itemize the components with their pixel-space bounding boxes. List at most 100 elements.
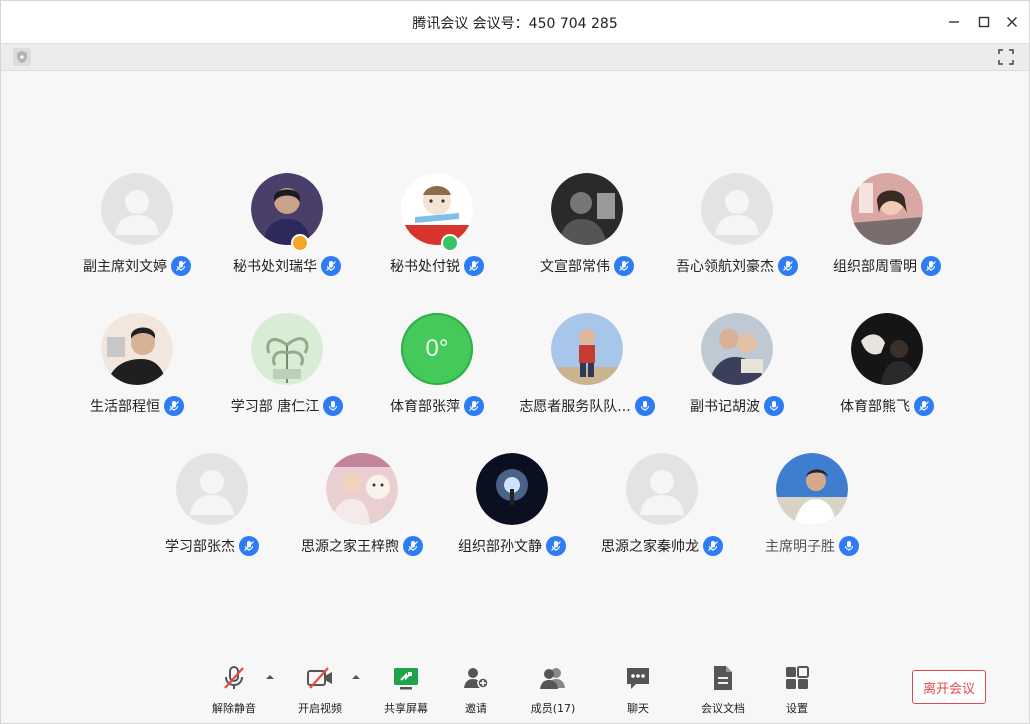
avatar [476, 453, 548, 525]
participant-name: 副主席刘文婷 [83, 259, 167, 275]
avatar [101, 313, 173, 385]
photo-avatar-icon [776, 453, 848, 525]
maximize-button[interactable] [975, 13, 993, 31]
maximize-icon [978, 16, 990, 28]
avatar [626, 453, 698, 525]
fullscreen-button[interactable] [997, 48, 1015, 66]
participant-name: 副书记胡波 [690, 399, 760, 415]
participant-tile[interactable]: 主席明子胜 [737, 453, 887, 573]
avatar [326, 453, 398, 525]
avatar [776, 453, 848, 525]
title-bar: 腾讯会议 会议号：450 704 285 [1, 1, 1029, 43]
start-video-button[interactable]: 开启视频 [285, 664, 355, 720]
avatar [851, 173, 923, 245]
participant-tile[interactable]: 组织部周雪明 [812, 173, 962, 293]
photo-avatar-icon [476, 453, 548, 525]
participant-name: 主席明子胜 [765, 539, 835, 555]
members-icon [540, 668, 565, 689]
avatar [551, 313, 623, 385]
unmute-label: 解除静音 [212, 702, 256, 715]
invite-button[interactable]: 邀请 [441, 664, 511, 720]
info-strip [1, 43, 1029, 71]
photo-avatar-icon [551, 313, 623, 385]
document-icon [714, 666, 732, 690]
participant-tile[interactable]: 思源之家王梓煦 [287, 453, 437, 573]
participant-tile[interactable]: 体育部熊飞 [812, 313, 962, 433]
participant-name-row: 秘书处付锐 [362, 255, 512, 277]
avatar [401, 173, 473, 245]
mic-muted-icon [778, 256, 798, 276]
participant-tile[interactable]: 副主席刘文婷 [62, 173, 212, 293]
mic-icon [634, 396, 655, 416]
security-shield-icon[interactable] [13, 48, 31, 66]
participant-name: 体育部张萍 [390, 399, 460, 415]
participant-name: 秘书处付锐 [390, 259, 460, 275]
caret-up-icon[interactable] [350, 672, 362, 682]
start-video-label: 开启视频 [298, 702, 342, 715]
participant-name-row: 志愿者服务队队... [512, 395, 662, 417]
photo-avatar-icon [701, 313, 773, 385]
leave-meeting-button[interactable]: 离开会议 [912, 670, 986, 704]
participant-name-row: 副主席刘文婷 [62, 255, 212, 277]
fullscreen-icon [998, 49, 1014, 65]
participant-tile[interactable]: 文宣部常伟 [512, 173, 662, 293]
participant-name-row: 副书记胡波 [662, 395, 812, 417]
members-label: 成员(17) [530, 702, 576, 715]
meeting-docs-label: 会议文档 [701, 702, 745, 715]
participant-tile[interactable]: 生活部程恒 [62, 313, 212, 433]
participant-name: 组织部周雪明 [833, 259, 917, 275]
chat-button[interactable]: 聊天 [603, 664, 673, 720]
mic-muted-icon [164, 396, 184, 416]
participant-tile[interactable]: 组织部孙文静 [437, 453, 587, 573]
cartoon-avatar-icon [401, 173, 473, 245]
chat-icon [627, 668, 649, 689]
participant-tile[interactable]: 志愿者服务队队... [512, 313, 662, 433]
mic-icon [839, 536, 859, 556]
default-avatar-icon [701, 173, 773, 245]
meeting-docs-button[interactable]: 会议文档 [688, 664, 758, 720]
participant-name: 思源之家王梓煦 [301, 539, 399, 555]
participant-name: 吾心领航刘豪杰 [676, 259, 774, 275]
avatar [101, 173, 173, 245]
mic-muted-icon [464, 396, 484, 416]
participant-tile[interactable]: 秘书处付锐 [362, 173, 512, 293]
participant-name-row: 组织部周雪明 [812, 255, 962, 277]
mic-icon [323, 396, 344, 416]
participant-name-row: 学习部张杰 [137, 535, 287, 557]
settings-grid-icon [786, 666, 809, 689]
photo-avatar-icon [326, 453, 398, 525]
default-avatar-icon [176, 453, 248, 525]
photo-avatar-icon [251, 313, 323, 385]
avatar [251, 173, 323, 245]
caret-up-icon[interactable] [264, 672, 276, 682]
participant-name-row: 思源之家王梓煦 [287, 535, 437, 557]
participant-tile[interactable]: 思源之家秦帅龙 [587, 453, 737, 573]
participant-tile[interactable]: 秘书处刘瑞华 [212, 173, 362, 293]
participant-name: 生活部程恒 [90, 399, 160, 415]
participant-tile[interactable]: 0° 体育部张萍 [362, 313, 512, 433]
participant-name-row: 文宣部常伟 [512, 255, 662, 277]
share-screen-button[interactable]: 共享屏幕 [371, 664, 441, 720]
host-badge-icon [291, 234, 309, 252]
participant-name-row: 学习部 唐仁江 [212, 395, 362, 417]
unmute-button[interactable]: 解除静音 [199, 664, 269, 720]
participant-tile[interactable]: 副书记胡波 [662, 313, 812, 433]
avatar-text: 0° [425, 335, 449, 362]
close-button[interactable] [1003, 13, 1021, 31]
photo-avatar-icon [251, 173, 323, 245]
participant-tile[interactable]: 学习部 唐仁江 [212, 313, 362, 433]
participant-name-row: 体育部熊飞 [812, 395, 962, 417]
mic-icon [764, 396, 784, 416]
members-button[interactable]: 成员(17) [518, 664, 588, 720]
minimize-icon [949, 21, 959, 23]
mic-muted-icon [614, 256, 634, 276]
chat-label: 聊天 [627, 702, 649, 715]
minimize-button[interactable] [945, 13, 963, 31]
settings-button[interactable]: 设置 [762, 664, 832, 720]
default-avatar-icon [626, 453, 698, 525]
participant-name-row: 吾心领航刘豪杰 [662, 255, 812, 277]
participant-tile[interactable]: 吾心领航刘豪杰 [662, 173, 812, 293]
participant-tile[interactable]: 学习部张杰 [137, 453, 287, 573]
participant-name-row: 组织部孙文静 [437, 535, 587, 557]
mic-muted-icon [703, 536, 723, 556]
